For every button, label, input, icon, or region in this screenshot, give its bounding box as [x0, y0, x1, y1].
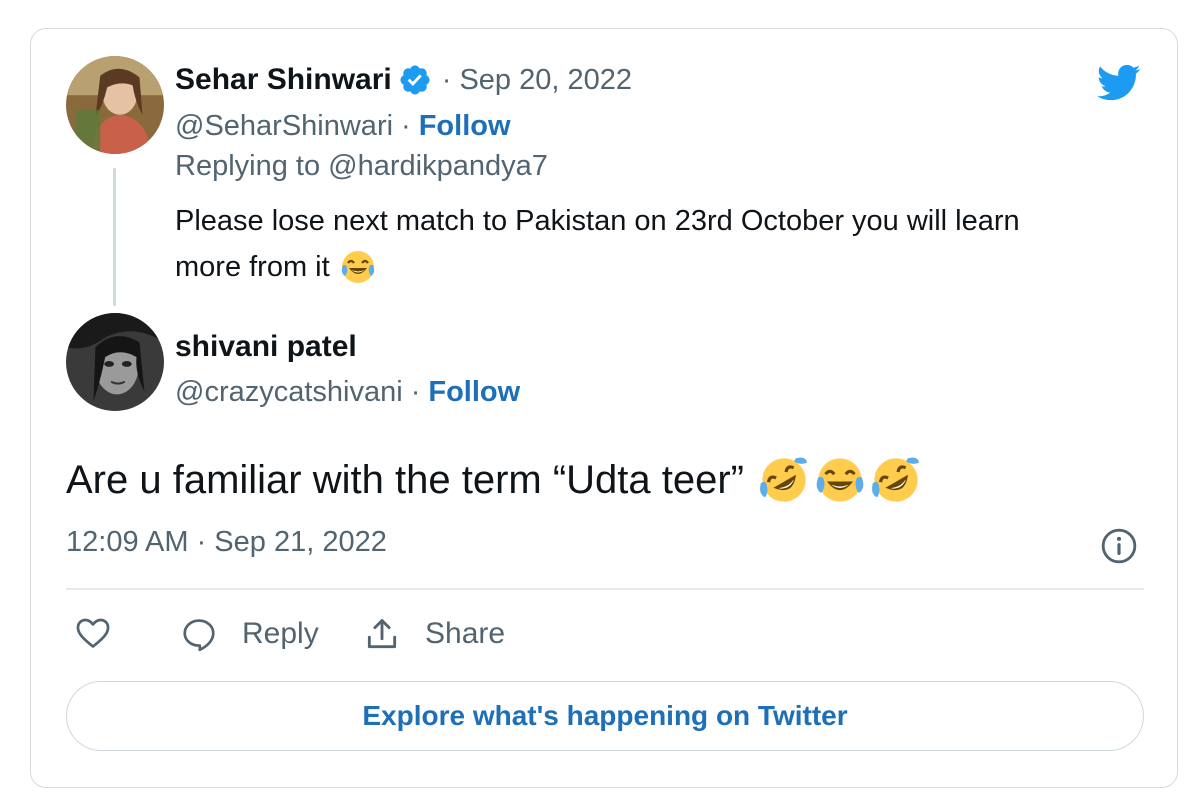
parent-tweet-text-line1: Please lose next match to Pakistan on 23… [175, 205, 1020, 237]
twitter-bird-icon[interactable] [1094, 60, 1144, 104]
avatar-sehar-shinwari[interactable] [66, 56, 164, 154]
info-icon[interactable] [1100, 527, 1138, 565]
share-upload-icon [363, 615, 401, 653]
divider [66, 588, 1144, 590]
reply-tweet-text: Are u familiar with the term “Udta teer” [66, 457, 744, 502]
follow-button[interactable]: Follow [419, 110, 511, 143]
thread-connector-line [113, 168, 116, 306]
face-with-tears-of-joy-emoji [340, 249, 376, 285]
tweet-timestamp[interactable]: 12:09 AM · Sep 21, 2022 [66, 526, 387, 559]
avatar-shivani-patel[interactable] [66, 313, 164, 411]
reply-label: Reply [242, 617, 319, 650]
face-with-tears-of-joy-emoji [814, 454, 866, 506]
heart-icon [76, 618, 110, 648]
reply-author-name[interactable]: shivani patel [175, 330, 357, 364]
replying-to[interactable]: Replying to @hardikpandya7 [175, 150, 548, 183]
handle-separator: · [401, 109, 411, 142]
like-button[interactable] [74, 614, 112, 652]
explore-twitter-button[interactable]: Explore what's happening on Twitter [66, 681, 1144, 751]
author-handle[interactable]: @SeharShinwari [175, 110, 393, 143]
share-button[interactable]: Share [363, 610, 505, 658]
reply-author-handle[interactable]: @crazycatshivani [175, 376, 403, 409]
explore-label: Explore what's happening on Twitter [362, 700, 848, 731]
parent-tweet-text-line2: more from it [175, 251, 330, 283]
speech-bubble-icon [180, 615, 218, 653]
rolling-on-floor-laughing-emoji [870, 454, 922, 506]
follow-button[interactable]: Follow [428, 376, 520, 409]
rolling-on-floor-laughing-emoji [758, 454, 810, 506]
handle-separator: · [410, 375, 421, 408]
tweet-date[interactable]: · Sep 20, 2022 [442, 64, 632, 97]
verified-badge-icon [398, 63, 432, 97]
share-label: Share [425, 617, 506, 650]
reply-button[interactable]: Reply [180, 610, 319, 658]
author-name[interactable]: Sehar Shinwari [175, 63, 392, 97]
